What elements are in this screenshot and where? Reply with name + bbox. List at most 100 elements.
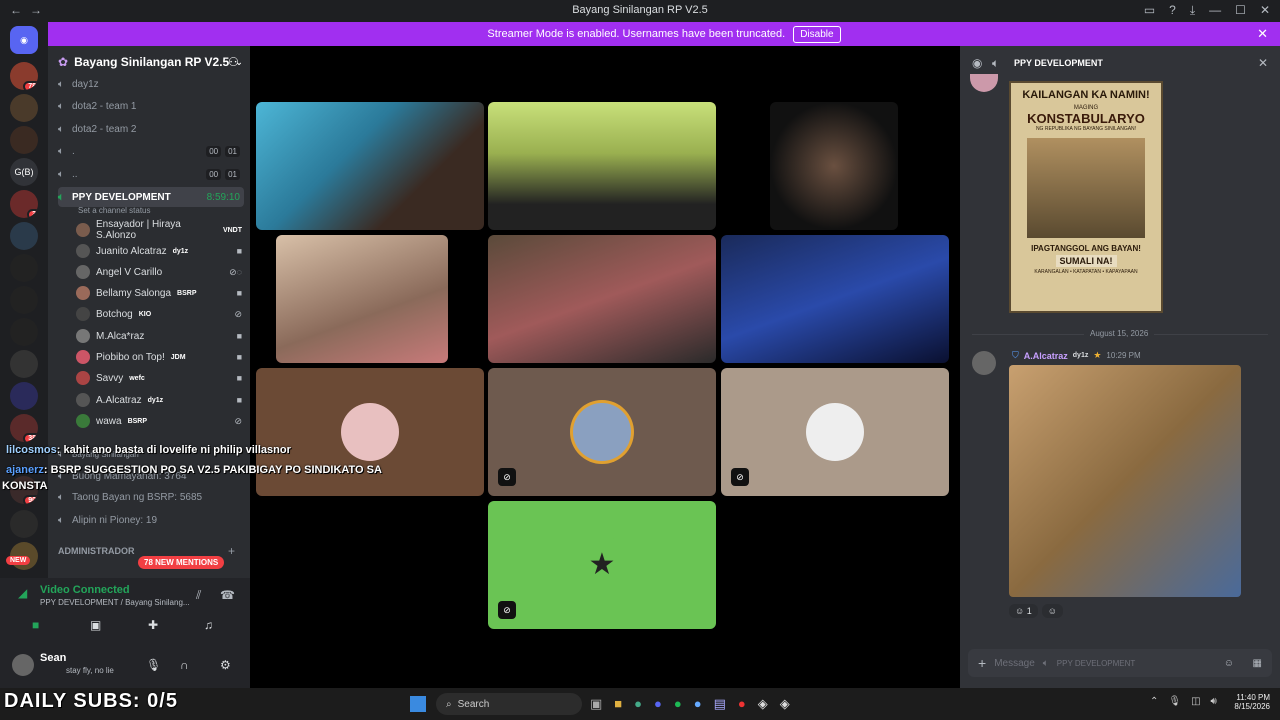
add-user-icon[interactable]: ⚇ [228,55,239,69]
voice-channel-active[interactable]: 🔈︎ PPY DEVELOPMENT 8:59:10 [58,187,244,207]
server-icon[interactable] [10,382,38,410]
discord-home-icon[interactable]: ◉ [10,26,38,54]
voice-user[interactable]: Angel V Carillo ⊘◌ [76,262,242,282]
video-tile[interactable] [721,235,949,363]
search-icon: ⌕ [446,698,452,710]
voice-status[interactable]: Video Connected [40,584,130,596]
reaction[interactable]: ☺ 1 [1009,604,1038,618]
voice-user[interactable]: M.Alca*raz ■ [76,326,242,346]
network-icon[interactable]: ◫ [1191,696,1200,707]
video-tile[interactable]: ★ ⊘ [488,501,716,629]
voice-user[interactable]: Piobibo on Top! JDM ■ [76,347,242,367]
video-tile[interactable] [276,235,448,363]
server-icon[interactable]: 3 [10,190,38,218]
server-icon[interactable] [10,126,38,154]
task-view-icon[interactable]: ▣ [590,696,602,712]
voice-channel[interactable]: 🔈︎.. 00 01 [58,164,244,184]
server-icon[interactable] [10,286,38,314]
help-icon[interactable]: ? [1169,3,1176,18]
voice-channel-path[interactable]: PPY DEVELOPMENT / Bayang Sinilang... [40,598,190,607]
voice-user[interactable]: Bellamy Salonga BSRP ■ [76,283,242,303]
account-name[interactable]: Sean [40,652,66,664]
taskbar-search[interactable]: ⌕ Search [436,693,582,715]
message-time: 10:29 PM [1106,351,1141,360]
start-icon[interactable] [410,696,426,712]
video-tile[interactable] [256,102,484,230]
mentions-pill[interactable]: 78 NEW MENTIONS [138,556,225,569]
close-icon[interactable]: ✕ [1260,3,1270,18]
microphone-icon[interactable]: 🎙︎ [146,658,161,672]
message-author[interactable]: A.Alcatraz [1024,351,1068,361]
activities-icon[interactable]: ✚ [148,618,158,632]
message-input[interactable]: + Message 🔈︎ PPY DEVELOPMENT ☺ ▦ [968,649,1272,677]
voice-user[interactable]: Juanito Alcatraz dy1z ■ [76,241,242,261]
emoji-icon[interactable]: ☺ [1224,658,1234,669]
obs-icon[interactable]: ● [738,696,746,712]
gear-icon[interactable]: ⚙ [220,658,231,672]
add-reaction-icon[interactable]: ☺ [1041,604,1063,618]
voice-user[interactable]: wawa BSRP ⊘ [76,411,242,431]
server-icon[interactable] [10,350,38,378]
speaker-icon: 🔈︎ [58,100,64,112]
server-icon[interactable] [10,318,38,346]
video-tile[interactable] [488,235,716,363]
message-photo[interactable] [1009,365,1241,597]
avatar[interactable] [972,351,996,375]
app-icon[interactable]: ◈ [780,696,790,712]
headphones-icon[interactable]: ∩ [180,658,189,672]
video-tile[interactable] [256,368,484,496]
voice-channel[interactable]: 🔈︎ dota2 - team 1 [58,96,244,116]
noise-suppression-icon[interactable]: ⫽ [196,588,201,603]
inbox-icon[interactable]: ▭ [1144,3,1155,18]
voice-channel[interactable]: 🔈︎ Alipin ni Pioney: 19 [58,510,244,530]
server-icon[interactable] [10,222,38,250]
add-channel-icon[interactable]: + [228,544,235,558]
server-icon[interactable] [10,254,38,282]
camera-icon[interactable]: ■ [32,618,39,632]
poster-image[interactable]: KAILANGAN KA NAMIN! MAGING KONSTABULARYO… [1009,81,1163,313]
minimize-icon[interactable]: — [1209,3,1221,18]
video-tile[interactable] [488,102,716,230]
video-tile[interactable]: ⊘ [488,368,716,496]
voice-channel[interactable]: 🔈︎ Taong Bayan ng BSRP: 5685 [58,487,244,507]
screen-share-icon[interactable]: ▣ [90,618,101,632]
volume-icon[interactable]: 🔊︎ [1211,696,1217,707]
channel-status[interactable]: Set a channel status [78,206,151,215]
folder-icon[interactable]: ■ [614,696,622,712]
voice-channel[interactable]: 🔈︎. 00 01 [58,141,244,161]
voice-user[interactable]: Savvy wefc ■ [76,368,242,388]
app-icon[interactable]: ◈ [758,696,768,712]
voice-channel[interactable]: 🔈︎ day1z [58,74,244,94]
spotify-icon[interactable]: ● [674,696,682,712]
steam-icon[interactable]: ● [694,696,702,712]
voice-user[interactable]: A.Alcatraz dy1z ■ [76,390,242,410]
notepad-icon[interactable]: ▤ [714,696,726,712]
close-banner-icon[interactable]: ✕ [1257,26,1268,42]
download-icon[interactable]: ⤓ [1190,3,1195,18]
category-header[interactable]: ADMINISTRADOR [58,546,135,556]
thread-icon[interactable]: ◉ [972,56,982,70]
maximize-icon[interactable]: ☐ [1235,3,1246,18]
server-icon[interactable]: G(B) [10,158,38,186]
avatar[interactable] [12,654,34,676]
chevron-up-icon[interactable]: ⌃ [1150,696,1158,707]
voice-user[interactable]: Botchog KIO ⊘ [76,304,242,324]
microphone-icon[interactable]: 🎙︎ [1168,696,1181,707]
add-attachment-icon[interactable]: + [978,655,986,671]
server-icon[interactable] [10,94,38,122]
server-icon[interactable]: 38 [10,414,38,442]
clock[interactable]: 11:40 PM 8/15/2026 [1226,693,1270,711]
video-tile[interactable]: ⊘ [721,368,949,496]
soundboard-icon[interactable]: ♫ [204,618,213,632]
apps-icon[interactable]: ▦ [1253,658,1262,669]
chrome-icon[interactable]: ● [634,696,642,712]
close-icon[interactable]: ✕ [1258,56,1268,70]
voice-channel[interactable]: 🔈︎ dota2 - team 2 [58,119,244,139]
video-tile[interactable] [770,102,898,230]
discord-icon[interactable]: ● [654,696,662,712]
disable-button[interactable]: Disable [793,25,841,43]
voice-user[interactable]: Ensayador | Hiraya S.Alonzo VNDT [76,219,242,241]
server-icon[interactable] [10,510,38,538]
server-icon[interactable]: 78 [10,62,38,90]
disconnect-icon[interactable]: ☎ [220,588,235,602]
